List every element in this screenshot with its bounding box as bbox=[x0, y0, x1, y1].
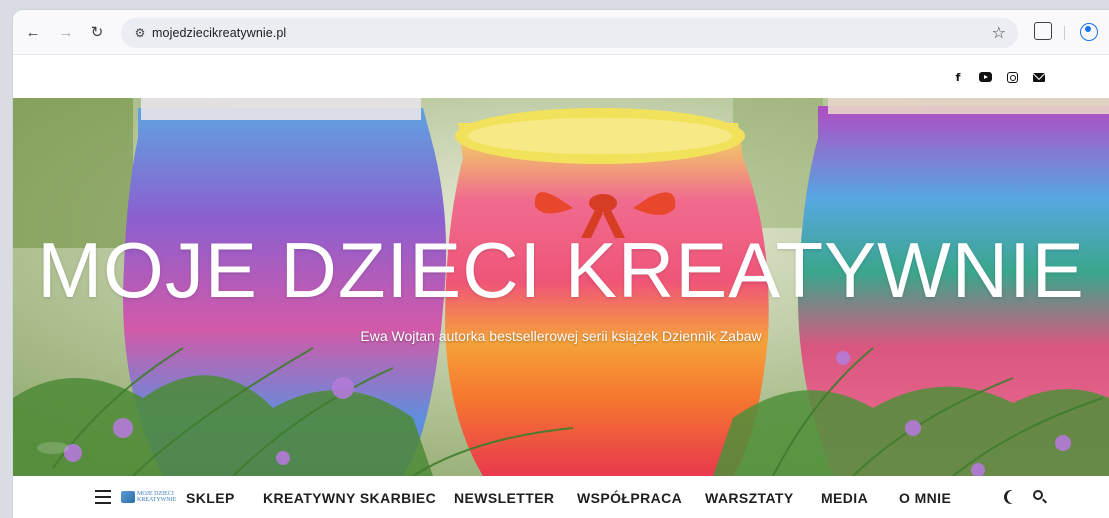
logo-text-line2: KREATYWNIE bbox=[137, 497, 177, 503]
hero-banner: MOJE DZIECI KREATYWNIE Ewa Wojtan autork… bbox=[13, 98, 1109, 476]
browser-window: ← → ↻ ⚙ mojedziecikreatywnie.pl ☆ f MOJE… bbox=[13, 10, 1109, 518]
forward-icon[interactable]: → bbox=[56, 22, 76, 42]
instagram-icon[interactable] bbox=[1007, 71, 1018, 83]
site-logo[interactable]: MOJE DZIECI KREATYWNIE bbox=[121, 490, 179, 504]
site-title[interactable]: MOJE DZIECI KREATYWNIE bbox=[13, 231, 1109, 309]
nav-item-wspolpraca[interactable]: WSPÓŁPRACA bbox=[577, 490, 682, 506]
main-nav: MOJE DZIECI KREATYWNIE SKLEP KREATYWNY S… bbox=[13, 476, 1109, 518]
url-text[interactable]: mojedziecikreatywnie.pl bbox=[152, 26, 286, 40]
dark-mode-toggle-icon[interactable] bbox=[1007, 490, 1021, 504]
nav-item-newsletter[interactable]: NEWSLETTER bbox=[454, 490, 554, 506]
browser-toolbar: ← → ↻ ⚙ mojedziecikreatywnie.pl ☆ bbox=[13, 10, 1109, 55]
nav-item-kreatywny-skarbiec[interactable]: KREATYWNY SKARBIEC bbox=[263, 490, 436, 506]
profile-icon[interactable] bbox=[1080, 23, 1098, 41]
reload-icon[interactable]: ↻ bbox=[87, 22, 107, 42]
site-tagline: Ewa Wojtan autorka bestsellerowej serii … bbox=[360, 328, 762, 344]
menu-icon[interactable] bbox=[95, 490, 111, 504]
extensions-icon[interactable] bbox=[1034, 22, 1052, 40]
nav-item-sklep[interactable]: SKLEP bbox=[186, 490, 235, 506]
facebook-icon[interactable]: f bbox=[954, 71, 962, 84]
social-bar: f bbox=[13, 56, 1109, 98]
back-icon[interactable]: ← bbox=[23, 22, 43, 42]
youtube-icon[interactable] bbox=[978, 71, 992, 83]
toolbar-divider bbox=[1064, 26, 1065, 40]
nav-item-warsztaty[interactable]: WARSZTATY bbox=[705, 490, 794, 506]
site-info-icon[interactable]: ⚙ bbox=[131, 24, 149, 42]
logo-mark-icon bbox=[121, 491, 135, 503]
address-bar[interactable]: ⚙ mojedziecikreatywnie.pl ☆ bbox=[121, 18, 1018, 48]
email-icon[interactable] bbox=[1033, 71, 1045, 83]
bookmark-star-icon[interactable]: ☆ bbox=[992, 23, 1006, 43]
search-icon[interactable] bbox=[1032, 489, 1048, 505]
nav-item-o-mnie[interactable]: O MNIE bbox=[899, 490, 951, 506]
nav-item-media[interactable]: MEDIA bbox=[821, 490, 868, 506]
